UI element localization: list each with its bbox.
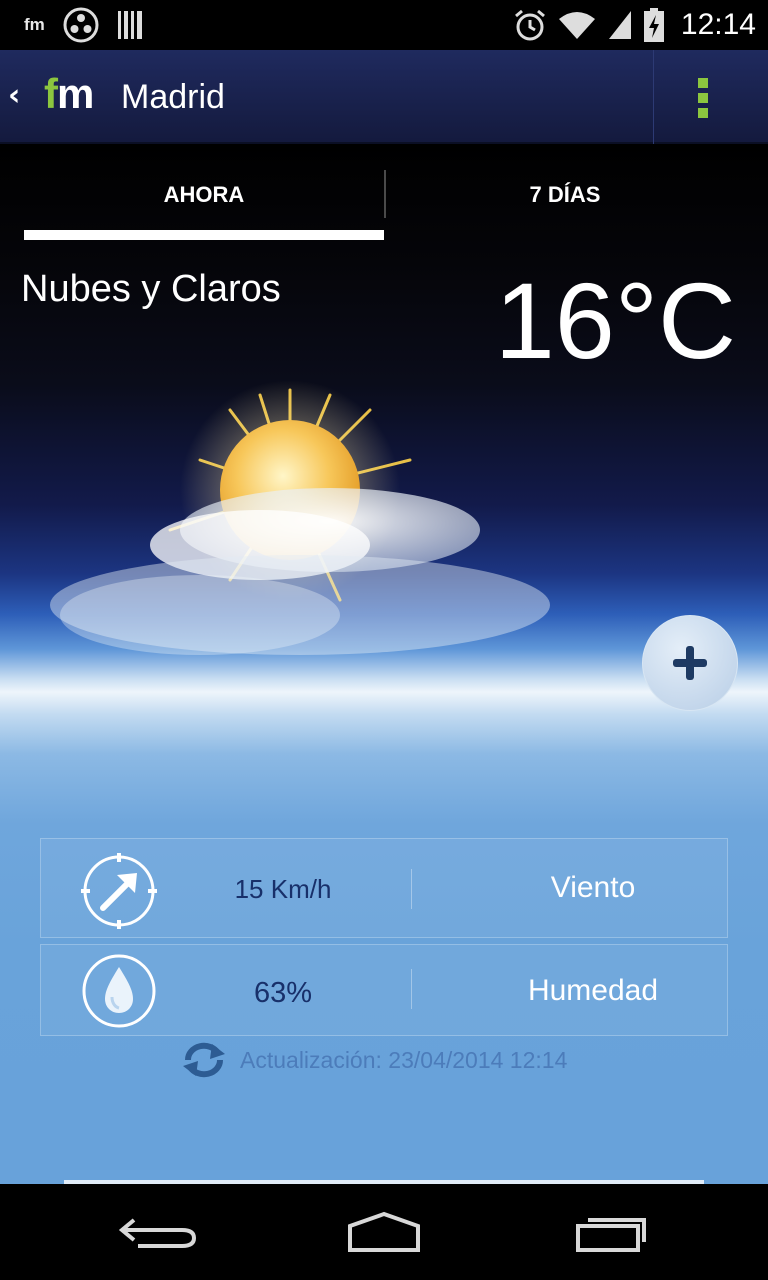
- nav-home-icon[interactable]: [334, 1208, 434, 1256]
- humidity-card: 63% Humedad: [40, 944, 728, 1036]
- weather-condition: Nubes y Claros: [21, 268, 281, 310]
- sun-behind-cloud-icon: [50, 380, 550, 655]
- status-clock: 12:14: [680, 8, 756, 41]
- update-timestamp: Actualización: 23/04/2014 12:14: [240, 1046, 568, 1073]
- logo-f: f: [44, 70, 58, 117]
- tab-7-days-label: 7 DÍAS: [529, 182, 601, 207]
- wind-card: 15 Km/h Viento: [40, 838, 728, 938]
- alarm-icon: [514, 9, 545, 41]
- action-bar-divider: [653, 50, 654, 144]
- fm-logo[interactable]: fm: [44, 70, 94, 118]
- water-drop-icon: [82, 954, 156, 1028]
- temperature: 16°C: [494, 260, 736, 381]
- wind-value: 15 Km/h: [234, 874, 332, 904]
- tab-bar: AHORA 7 DÍAS: [0, 144, 768, 244]
- weather-screen: fm 12:14 ‹ fm Madrid AHORA 7 DÍAS Nubes …: [0, 0, 768, 1280]
- last-update[interactable]: Actualización: 23/04/2014 12:14: [180, 1040, 567, 1080]
- battery-charging-icon: [643, 8, 664, 42]
- add-button[interactable]: [642, 615, 738, 711]
- humidity-label: Humedad: [527, 974, 659, 1007]
- tab-now[interactable]: AHORA: [24, 144, 384, 244]
- navigation-bar: [0, 1184, 768, 1280]
- action-bar: ‹ fm Madrid: [0, 50, 768, 144]
- overflow-menu-icon[interactable]: [698, 78, 710, 118]
- plus-icon: [673, 646, 707, 680]
- nav-back-icon[interactable]: [110, 1208, 210, 1256]
- wind-direction-icon: [81, 853, 157, 929]
- humidity-value: 63%: [253, 977, 313, 1009]
- radio-icon: [63, 7, 99, 43]
- status-bar: fm 12:14: [0, 0, 768, 50]
- signal-icon: [608, 11, 631, 39]
- system-icons: 12:14: [513, 4, 756, 46]
- wind-label: Viento: [550, 871, 636, 904]
- notification-icons: fm: [24, 7, 145, 43]
- barcode-icon: [117, 11, 142, 39]
- tab-7-days[interactable]: 7 DÍAS: [386, 144, 744, 244]
- tab-now-label: AHORA: [163, 182, 245, 207]
- nav-recent-apps-icon[interactable]: [560, 1208, 660, 1256]
- logo-m: m: [57, 70, 94, 117]
- fm-app-badge: fm: [24, 15, 45, 34]
- wifi-icon: [558, 12, 595, 39]
- wind-card-divider: [411, 869, 412, 909]
- refresh-icon[interactable]: [180, 1040, 228, 1080]
- chevron-left-icon[interactable]: ‹: [8, 78, 20, 113]
- city-title: Madrid: [121, 78, 225, 116]
- tab-active-indicator: [24, 230, 384, 240]
- humidity-card-divider: [411, 969, 412, 1009]
